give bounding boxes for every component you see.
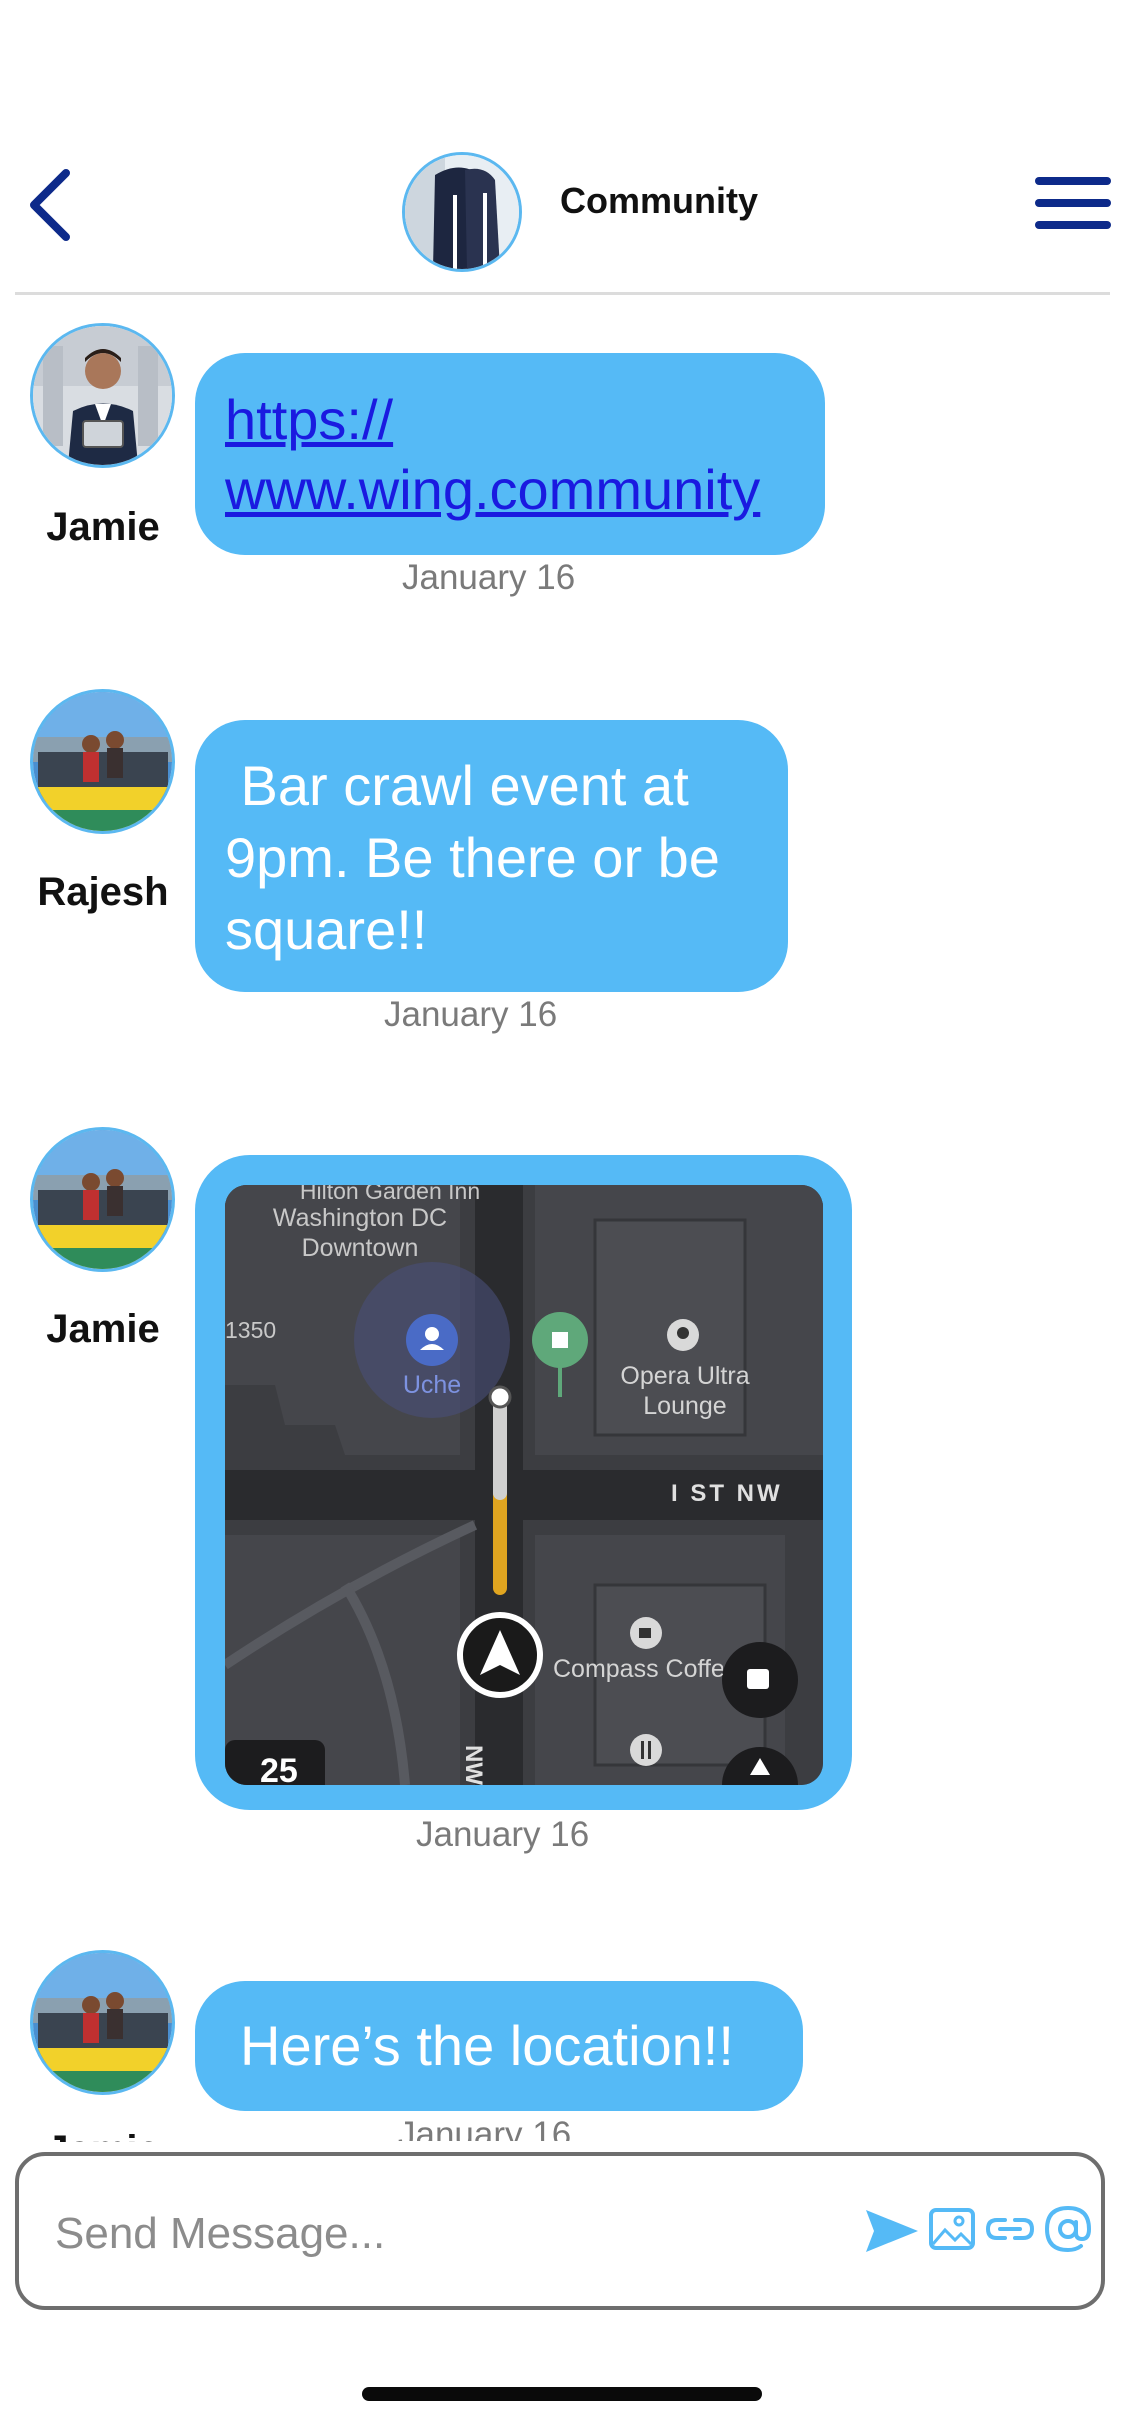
avatar[interactable] — [30, 1127, 175, 1272]
message-date: January 16 — [384, 995, 558, 1034]
map-user-label: Uche — [402, 1371, 462, 1399]
map-preview[interactable]: Hilton Garden Inn Washington DC Downtown… — [225, 1185, 823, 1785]
community-avatar[interactable] — [402, 152, 522, 272]
back-button[interactable] — [22, 165, 82, 245]
menu-button[interactable] — [1033, 175, 1113, 231]
message-input[interactable] — [53, 2198, 837, 2270]
map-label: Lounge — [643, 1392, 727, 1420]
link-button[interactable] — [985, 2208, 1035, 2250]
message-bubble: Here’s the location!! — [195, 1981, 803, 2111]
message-date: January 16 — [398, 2115, 572, 2141]
page-title: Community — [560, 180, 758, 221]
map-label: Downtown — [301, 1234, 419, 1262]
message-composer — [15, 2152, 1105, 2310]
link-icon — [985, 2218, 1035, 2240]
avatar-photo — [33, 1953, 172, 2092]
avatar-photo — [33, 326, 172, 465]
header-divider — [15, 292, 1110, 295]
message-date: January 16 — [416, 1815, 590, 1854]
avatar[interactable] — [30, 689, 175, 834]
send-icon — [866, 2210, 918, 2252]
message-bubble: Bar crawl event at 9pm. Be there or be s… — [195, 720, 788, 992]
chevron-left-icon — [30, 169, 70, 241]
map-label: Compass Coffe — [553, 1655, 723, 1683]
map-street-label: NW — [460, 1745, 487, 1785]
sender-name: Jamie — [46, 1307, 160, 1351]
hamburger-menu-icon — [1035, 177, 1111, 229]
home-indicator[interactable] — [362, 2387, 762, 2401]
sender-name: Jamie — [46, 505, 160, 549]
map-label: Washington DC — [272, 1204, 448, 1232]
send-button[interactable] — [864, 2206, 920, 2256]
avatar[interactable] — [30, 1950, 175, 2095]
message-text-line: Here’s the location!! — [240, 2014, 734, 2077]
link-line-1[interactable]: https:// — [225, 385, 760, 455]
map-label: Opera Ultra — [620, 1362, 750, 1390]
link-message[interactable]: https:// www.wing.community — [225, 385, 760, 525]
message-bubble: https:// www.wing.community — [195, 353, 825, 555]
message-text-line: 9pm. Be there or be — [225, 826, 720, 889]
message-text-line: Bar crawl event at — [225, 754, 689, 817]
message-text-line: square!! — [225, 898, 428, 961]
map-street-label: I ST NW — [671, 1480, 783, 1507]
speed-limit: 25 — [260, 1752, 298, 1785]
image-button[interactable] — [927, 2204, 977, 2254]
map-label: 1350 — [225, 1317, 277, 1343]
avatar-photo — [33, 1130, 172, 1269]
mention-button[interactable] — [1043, 2204, 1093, 2254]
community-photo — [405, 155, 519, 269]
link-line-2[interactable]: www.wing.community — [225, 455, 760, 525]
sender-name: Rajesh — [37, 870, 169, 914]
avatar[interactable] — [30, 323, 175, 468]
at-icon — [1044, 2205, 1092, 2253]
message-date: January 16 — [402, 558, 576, 597]
sender-name: Jamie — [28, 2128, 178, 2142]
image-icon — [929, 2208, 975, 2250]
map-message[interactable]: Hilton Garden Inn Washington DC Downtown… — [195, 1155, 852, 1810]
avatar-photo — [33, 692, 172, 831]
map-label: Hilton Garden Inn — [299, 1185, 481, 1204]
